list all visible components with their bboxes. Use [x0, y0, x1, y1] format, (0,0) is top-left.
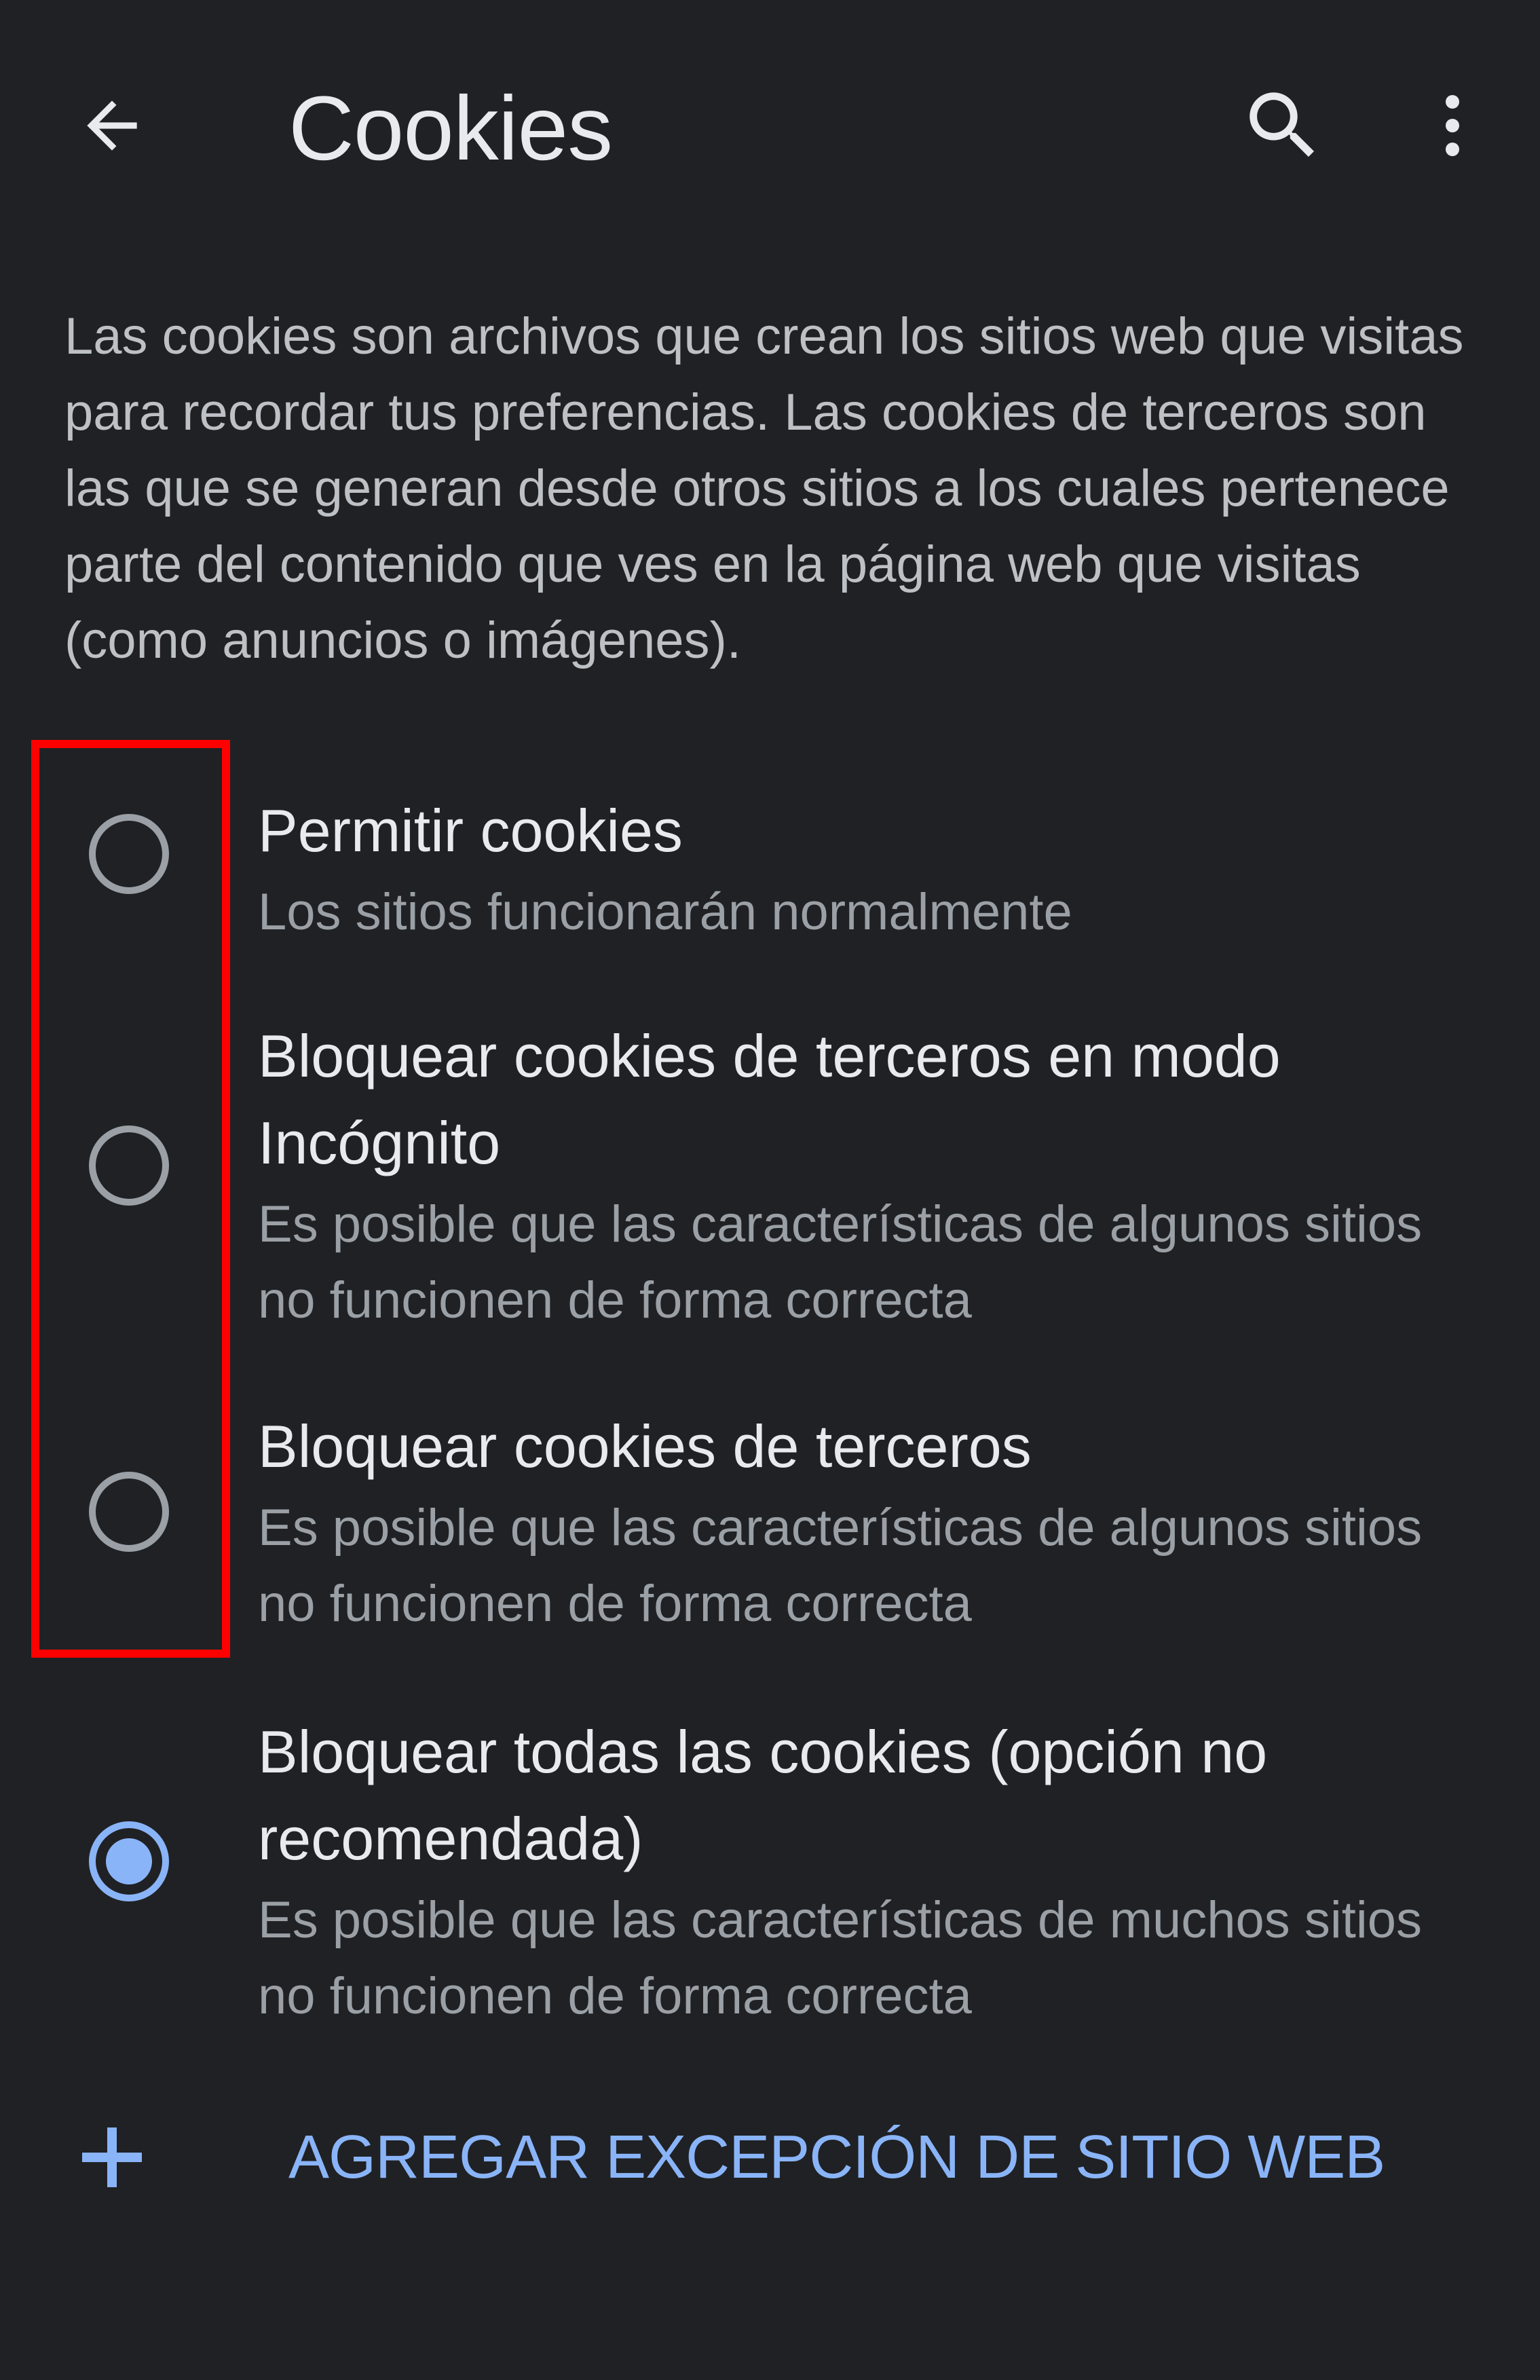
- add-site-exception-button[interactable]: AGREGAR EXCEPCIÓN DE SITIO WEB: [0, 2104, 1540, 2213]
- radio-selected-icon[interactable]: [87, 1819, 171, 1903]
- option-block-third-party[interactable]: Bloquear cookies de terceros Es posible …: [0, 1395, 1540, 1653]
- add-exception-label: AGREGAR EXCEPCIÓN DE SITIO WEB: [288, 2123, 1385, 2191]
- plus-icon: [82, 2127, 142, 2187]
- option-text: Bloquear cookies de terceros en modo Inc…: [258, 1013, 1480, 1339]
- option-subtitle: Los sitios funcionarán normalmente: [258, 883, 1072, 941]
- back-button[interactable]: [61, 68, 163, 183]
- option-subtitle: Es posible que las características de mu…: [258, 1891, 1423, 2025]
- option-title: Bloquear todas las cookies (opción no re…: [258, 1718, 1268, 1872]
- option-title: Bloquear cookies de terceros en modo Inc…: [258, 1022, 1281, 1176]
- option-subtitle: Es posible que las características de al…: [258, 1195, 1423, 1329]
- option-text: Permitir cookies Los sitios funcionarán …: [258, 787, 1480, 950]
- more-vertical-icon: [1446, 95, 1459, 156]
- search-icon: [1250, 92, 1314, 157]
- more-options-button[interactable]: [1398, 68, 1507, 183]
- page-title: Cookies: [288, 78, 613, 179]
- arrow-left-icon: [87, 100, 137, 151]
- option-title: Bloquear cookies de terceros: [258, 1413, 1032, 1480]
- option-allow-cookies[interactable]: Permitir cookies Los sitios funcionarán …: [0, 774, 1540, 944]
- radio-unselected-icon[interactable]: [87, 1123, 171, 1208]
- option-title: Permitir cookies: [258, 797, 683, 864]
- radio-unselected-icon[interactable]: [87, 812, 171, 896]
- option-text: Bloquear todas las cookies (opción no re…: [258, 1709, 1480, 2034]
- option-subtitle: Es posible que las características de al…: [258, 1499, 1423, 1633]
- cookies-description: Las cookies son archivos que crean los s…: [64, 308, 1464, 669]
- app-bar: Cookies: [0, 0, 1540, 258]
- option-block-third-party-incognito[interactable]: Bloquear cookies de terceros en modo Inc…: [0, 1005, 1540, 1331]
- option-block-all-cookies[interactable]: Bloquear todas las cookies (opción no re…: [0, 1700, 1540, 2026]
- radio-unselected-icon[interactable]: [87, 1470, 171, 1554]
- option-text: Bloquear cookies de terceros Es posible …: [258, 1403, 1480, 1642]
- search-button[interactable]: [1222, 68, 1344, 183]
